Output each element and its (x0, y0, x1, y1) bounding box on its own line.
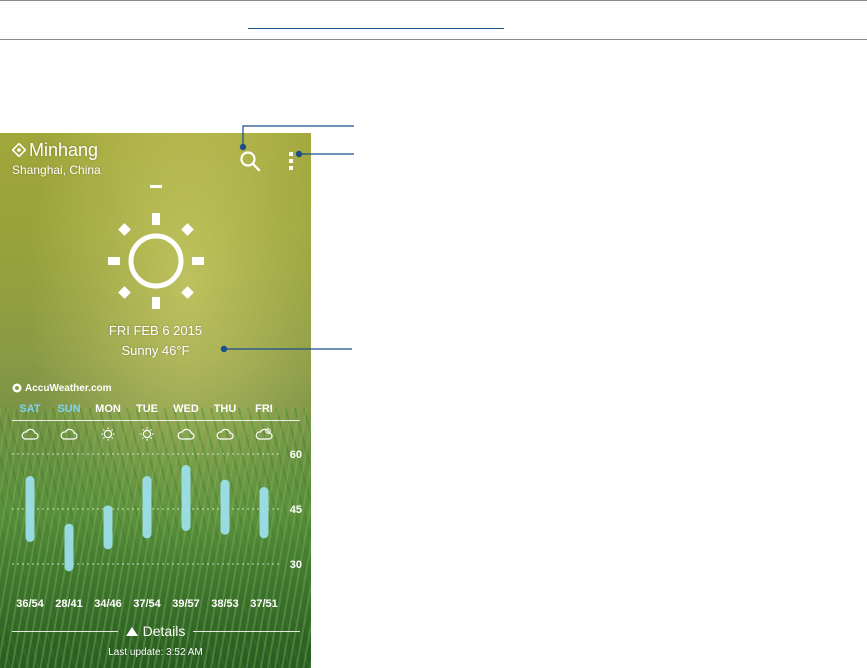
cloud-icon (21, 428, 39, 440)
sunny-icon (108, 213, 204, 309)
top-rule (0, 0, 867, 1)
last-update: Last update: 3:52 AM (108, 647, 203, 658)
temp-range-bar (64, 523, 74, 572)
temp-range-bar (103, 505, 113, 550)
forecast-day[interactable]: SAT (10, 403, 50, 415)
details-label: Details (142, 623, 186, 639)
sun-icon (101, 427, 115, 441)
provider-name: AccuWeather.com (25, 382, 112, 394)
temperature-chart: 60 45 30 (12, 449, 302, 572)
location-pin-icon (12, 143, 26, 157)
forecast-day[interactable]: WED (166, 403, 206, 415)
forecast-temps: 36/54 28/41 34/46 37/54 39/57 38/53 37/5… (0, 598, 311, 612)
forecast-divider (12, 420, 300, 421)
page-indicator (150, 185, 162, 188)
temp-range-bar (25, 476, 35, 542)
forecast-day[interactable]: FRI (244, 403, 284, 415)
cloud-icon (60, 428, 78, 440)
temp-range-bar (259, 487, 269, 539)
weather-app-screen: Minhang Shanghai, China FRI FEB 6 2015 S… (0, 133, 311, 668)
forecast-temp-range: 37/51 (250, 598, 278, 610)
header-rule (0, 39, 867, 40)
axis-tick-label: 60 (290, 449, 302, 461)
forecast-temp-range: 38/53 (211, 598, 239, 610)
region-name: Shanghai, China (12, 163, 101, 177)
cloud-icon (216, 428, 234, 440)
forecast-day[interactable]: MON (88, 403, 128, 415)
temp-range-bar (142, 476, 152, 539)
forecast-day[interactable]: SUN (49, 403, 89, 415)
details-button[interactable]: Details (0, 623, 311, 639)
accuweather-icon (12, 383, 22, 393)
axis-tick-label: 45 (290, 504, 302, 516)
partly-cloudy-icon (255, 428, 273, 440)
forecast-icons (0, 427, 311, 443)
cloud-icon (177, 428, 195, 440)
city-name[interactable]: Minhang (29, 140, 98, 161)
forecast-day[interactable]: TUE (127, 403, 167, 415)
more-vert-icon[interactable] (288, 151, 294, 171)
link-underline (248, 28, 504, 29)
forecast-temp-range: 37/54 (133, 598, 161, 610)
forecast-temp-range: 28/41 (55, 598, 83, 610)
temp-range-bar (220, 479, 230, 535)
forecast-temp-range: 36/54 (16, 598, 44, 610)
sun-icon (140, 427, 154, 441)
provider-logo: AccuWeather.com (12, 382, 112, 394)
forecast-days: SAT SUN MON TUE WED THU FRI (0, 403, 311, 419)
search-icon[interactable] (239, 150, 261, 172)
forecast-day[interactable]: THU (205, 403, 245, 415)
current-date: FRI FEB 6 2015 (108, 323, 203, 338)
forecast-temp-range: 39/57 (172, 598, 200, 610)
forecast-temp-range: 34/46 (94, 598, 122, 610)
temp-range-bar (181, 465, 191, 531)
current-condition: Sunny 46°F (121, 343, 190, 358)
axis-tick-label: 30 (290, 559, 302, 571)
expand-up-icon (125, 627, 138, 636)
